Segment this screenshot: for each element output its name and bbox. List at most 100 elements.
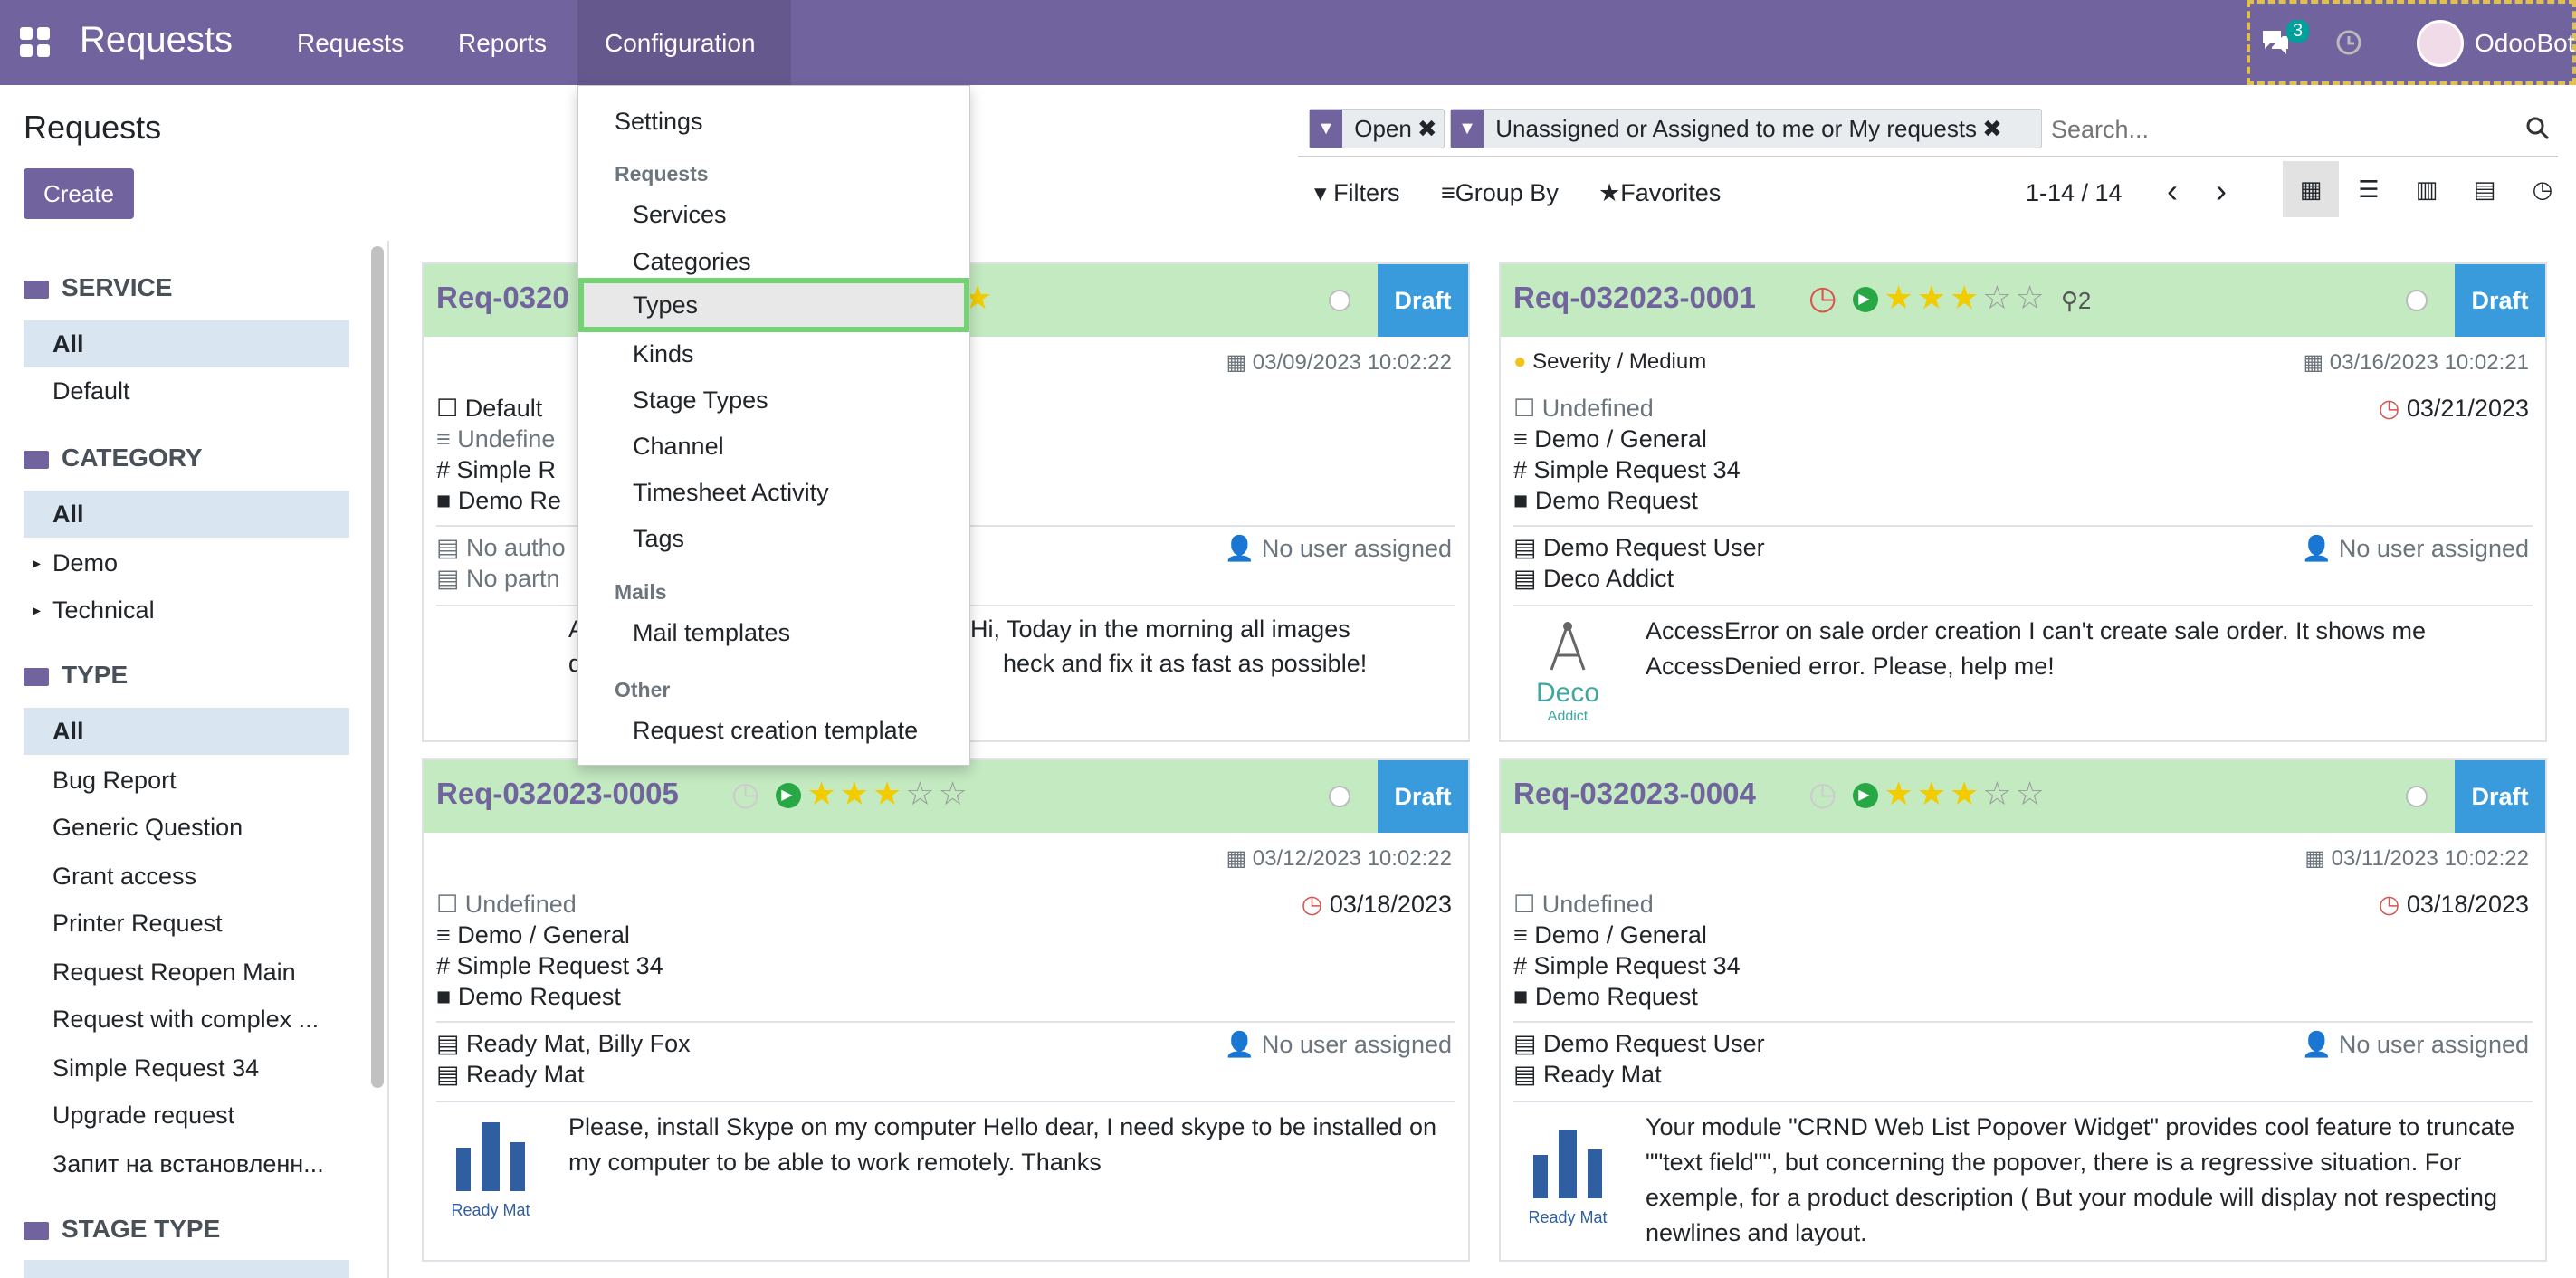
deadline-date: ◷ 03/18/2023 (1301, 891, 1452, 918)
facet-remove-icon[interactable]: ✖ (1982, 115, 2002, 142)
menu-configuration[interactable]: Configuration (605, 29, 756, 58)
start-timer-icon: ▶ (1853, 783, 1879, 809)
hash-icon: # (436, 456, 457, 483)
groupby-button[interactable]: ≡Group By (1441, 179, 1559, 207)
list-view-icon[interactable]: ☰ (2341, 161, 2397, 217)
type-item-all[interactable]: All (24, 708, 349, 755)
divider (1513, 1101, 2533, 1102)
pivot-view-icon[interactable]: ▤ (2457, 161, 2513, 217)
caret-right-icon[interactable]: ▸ (33, 539, 41, 587)
folder-icon (24, 1221, 49, 1240)
priority-stars[interactable]: ◷ ▶ ★★★☆☆ ⚲2 (1808, 279, 2091, 317)
dropdown-item-tags[interactable]: Tags (578, 517, 969, 560)
activity-view-icon[interactable]: ◷ (2514, 161, 2571, 217)
divider (1513, 605, 2533, 606)
favorites-button[interactable]: ★Favorites (1598, 179, 1721, 207)
facet-assigned[interactable]: ▼ Unassigned or Assigned to me or My req… (1450, 109, 2042, 148)
dropdown-header-requests: Requests (615, 162, 709, 186)
dropdown-item-categories[interactable]: Categories (578, 240, 969, 283)
severity-dot-icon: ● (1513, 349, 1533, 374)
page-title: Requests (24, 109, 162, 146)
search-icon[interactable] (2525, 116, 2551, 141)
request-card[interactable]: Req-032023-0004 ◷ ▶ ★★★☆☆ Draft ▦ 03/11/2… (1499, 758, 2547, 1262)
card-service: ☐ Default (436, 395, 543, 422)
menu-reports[interactable]: Reports (458, 29, 547, 58)
status-radio[interactable] (2406, 786, 2428, 807)
status-radio[interactable] (2406, 290, 2428, 311)
status-radio[interactable] (1329, 290, 1350, 311)
start-timer-icon: ▶ (776, 783, 802, 809)
menu-requests[interactable]: Requests (297, 29, 404, 58)
dropdown-item-kinds[interactable]: Kinds (578, 332, 969, 376)
apps-grid-icon[interactable] (20, 27, 51, 58)
category-item-demo[interactable]: ▸ Demo (24, 539, 349, 587)
status-radio[interactable] (1329, 786, 1350, 807)
card-title[interactable]: Req-032023-0001 (1513, 281, 1756, 315)
folder-icon (24, 667, 49, 686)
caret-right-icon[interactable]: ▸ (33, 587, 41, 634)
category-item-all[interactable]: All (24, 491, 349, 538)
service-item-all[interactable]: All (24, 320, 349, 367)
dropdown-item-types[interactable]: Types (578, 278, 969, 332)
facet-open[interactable]: ▼ Open ✖ (1309, 109, 1445, 148)
kanban-view-icon[interactable]: ▦ (2283, 161, 2339, 217)
search-input[interactable] (2051, 110, 2504, 148)
type-item[interactable]: Request Reopen Main (24, 949, 349, 996)
sidebar-scrollbar[interactable] (371, 246, 384, 1088)
calendar-icon: ▦ (2303, 350, 2330, 375)
pager-next-icon[interactable]: › (2216, 172, 2227, 210)
card-assignee: 👤 No user assigned (1224, 1031, 1452, 1058)
card-title[interactable]: Req-0320 (436, 281, 569, 315)
dropdown-item-settings[interactable]: Settings (578, 100, 969, 143)
service-item-default[interactable]: Default (24, 367, 349, 415)
user-name[interactable]: OdooBot (2475, 29, 2575, 58)
chat-icon[interactable] (2259, 27, 2290, 56)
category-item-technical[interactable]: ▸ Technical (24, 587, 349, 634)
dropdown-item-timesheet-activity[interactable]: Timesheet Activity (578, 471, 969, 514)
filters-button[interactable]: ▾ Filters (1314, 179, 1400, 207)
dropdown-item-channel[interactable]: Channel (578, 424, 969, 468)
priority-stars[interactable]: ◷ ▶ ★★★☆☆ (1808, 775, 2048, 813)
hash-icon: # (1513, 952, 1534, 979)
star-icon: ★ (1598, 179, 1621, 206)
dropdown-item-stage-types[interactable]: Stage Types (578, 378, 969, 422)
facet-remove-icon[interactable]: ✖ (1417, 115, 1437, 142)
service-header: SERVICE (24, 273, 172, 302)
activity-clock-icon[interactable] (2335, 29, 2362, 56)
user-avatar[interactable] (2417, 20, 2464, 67)
pager-value[interactable]: 1-14 / 14 (2026, 179, 2123, 207)
address-card-icon: ▤ (436, 565, 467, 592)
divider (436, 1101, 1455, 1102)
type-item[interactable]: Grant access (24, 853, 349, 900)
type-item[interactable]: Request with complex ... (24, 996, 349, 1043)
stage-type-header: STAGE TYPE (24, 1215, 220, 1244)
card-assignee: 👤 No user assigned (1224, 535, 1452, 562)
type-item[interactable]: Generic Question (24, 804, 349, 851)
card-partner: ▤ Ready Mat (436, 1061, 585, 1088)
pager-prev-icon[interactable]: ‹ (2167, 172, 2178, 210)
request-card[interactable]: Req-032023-0001 ◷ ▶ ★★★☆☆ ⚲2 Draft ● Seve… (1499, 262, 2547, 742)
divider (1513, 525, 2533, 527)
create-button[interactable]: Create (24, 168, 134, 219)
clock-icon: ◷ (2378, 891, 2407, 918)
list-icon: ≡ (436, 425, 458, 453)
card-service: ☐ Undefined (1513, 395, 1654, 422)
dropdown-item-services[interactable]: Services (578, 193, 969, 236)
card-title[interactable]: Req-032023-0005 (436, 777, 679, 811)
type-item[interactable]: Simple Request 34 (24, 1044, 349, 1092)
stage-type-item-all[interactable] (24, 1260, 349, 1278)
dropdown-item-mail-templates[interactable]: Mail templates (578, 611, 969, 654)
created-date: ▦ 03/12/2023 10:02:22 (1226, 846, 1452, 871)
type-item[interactable]: Upgrade request (24, 1092, 349, 1139)
card-category: ≡ Demo / General (1513, 425, 1707, 453)
type-item[interactable]: Printer Request (24, 900, 349, 947)
type-item[interactable]: Bug Report (24, 757, 349, 804)
request-card[interactable]: Req-032023-0005 ◷ ▶ ★★★☆☆ Draft ▦ 03/12/2… (422, 758, 1470, 1262)
card-assignee: 👤 No user assigned (2301, 535, 2529, 562)
type-item[interactable]: Запит на встановленн... (24, 1140, 349, 1187)
graph-view-icon[interactable]: ▥ (2399, 161, 2455, 217)
card-title[interactable]: Req-032023-0004 (1513, 777, 1756, 811)
dropdown-item-request-creation-template[interactable]: Request creation template (578, 709, 969, 752)
user-icon: 👤 (1224, 1031, 1262, 1058)
priority-stars[interactable]: ◷ ▶ ★★★☆☆ (731, 775, 971, 813)
